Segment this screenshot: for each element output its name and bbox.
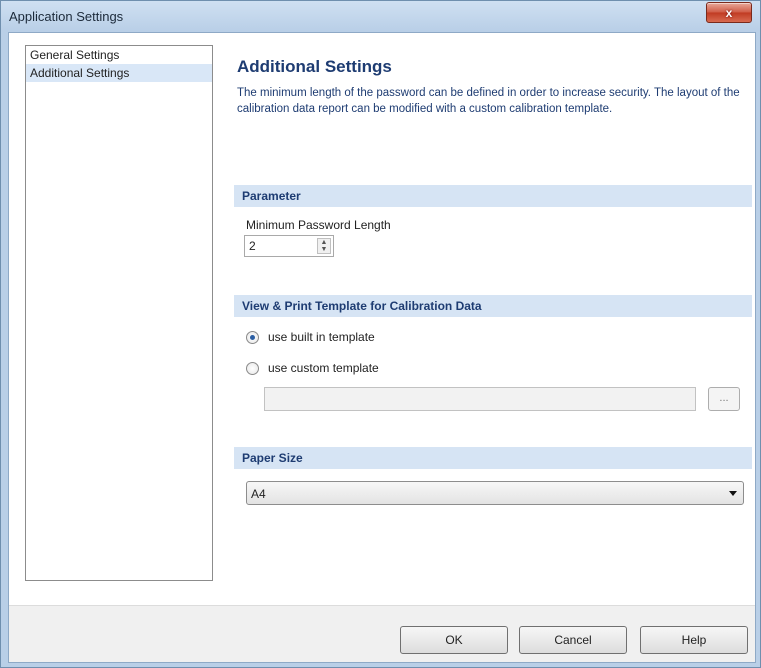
paper-size-section-header: Paper Size [234, 447, 752, 469]
custom-template-label: use custom template [268, 361, 379, 375]
close-icon: x [725, 5, 733, 20]
settings-content: Additional Settings The minimum length o… [234, 45, 752, 505]
builtin-template-radio[interactable] [246, 330, 259, 344]
help-button[interactable]: Help [640, 626, 748, 654]
title-bar[interactable]: Application Settings x [1, 1, 760, 31]
paper-size-value: A4 [251, 487, 266, 501]
page-title: Additional Settings [237, 57, 392, 76]
browse-button[interactable]: ... [708, 387, 740, 411]
spin-arrows-icon[interactable]: ▲ ▼ [317, 238, 331, 254]
settings-window: Application Settings x General Settings … [0, 0, 761, 668]
min-password-length-label: Minimum Password Length [246, 218, 391, 232]
custom-template-radio[interactable] [246, 361, 259, 375]
ok-button[interactable]: OK [400, 626, 508, 654]
template-section-header: View & Print Template for Calibration Da… [234, 295, 752, 317]
builtin-template-option[interactable]: use built in template [246, 330, 375, 344]
paper-size-dropdown[interactable]: A4 [246, 481, 744, 505]
nav-item-additional-settings[interactable]: Additional Settings [26, 64, 212, 82]
min-password-length-stepper[interactable]: 2 ▲ ▼ [244, 235, 334, 257]
parameter-section-header: Parameter [234, 185, 752, 207]
cancel-button[interactable]: Cancel [519, 626, 627, 654]
dialog-footer: OK Cancel Help [9, 605, 755, 662]
window-title: Application Settings [9, 9, 124, 24]
builtin-template-label: use built in template [268, 330, 375, 344]
page-description: The minimum length of the password can b… [237, 87, 740, 115]
custom-template-path-input[interactable] [264, 387, 696, 411]
close-button[interactable]: x [706, 2, 752, 23]
custom-template-option[interactable]: use custom template [246, 361, 379, 375]
chevron-down-icon [729, 491, 737, 496]
dialog-client-area: General Settings Additional Settings Add… [8, 32, 756, 663]
settings-category-list: General Settings Additional Settings [25, 45, 213, 581]
nav-item-general-settings[interactable]: General Settings [26, 46, 212, 64]
min-password-length-value: 2 [249, 239, 256, 253]
